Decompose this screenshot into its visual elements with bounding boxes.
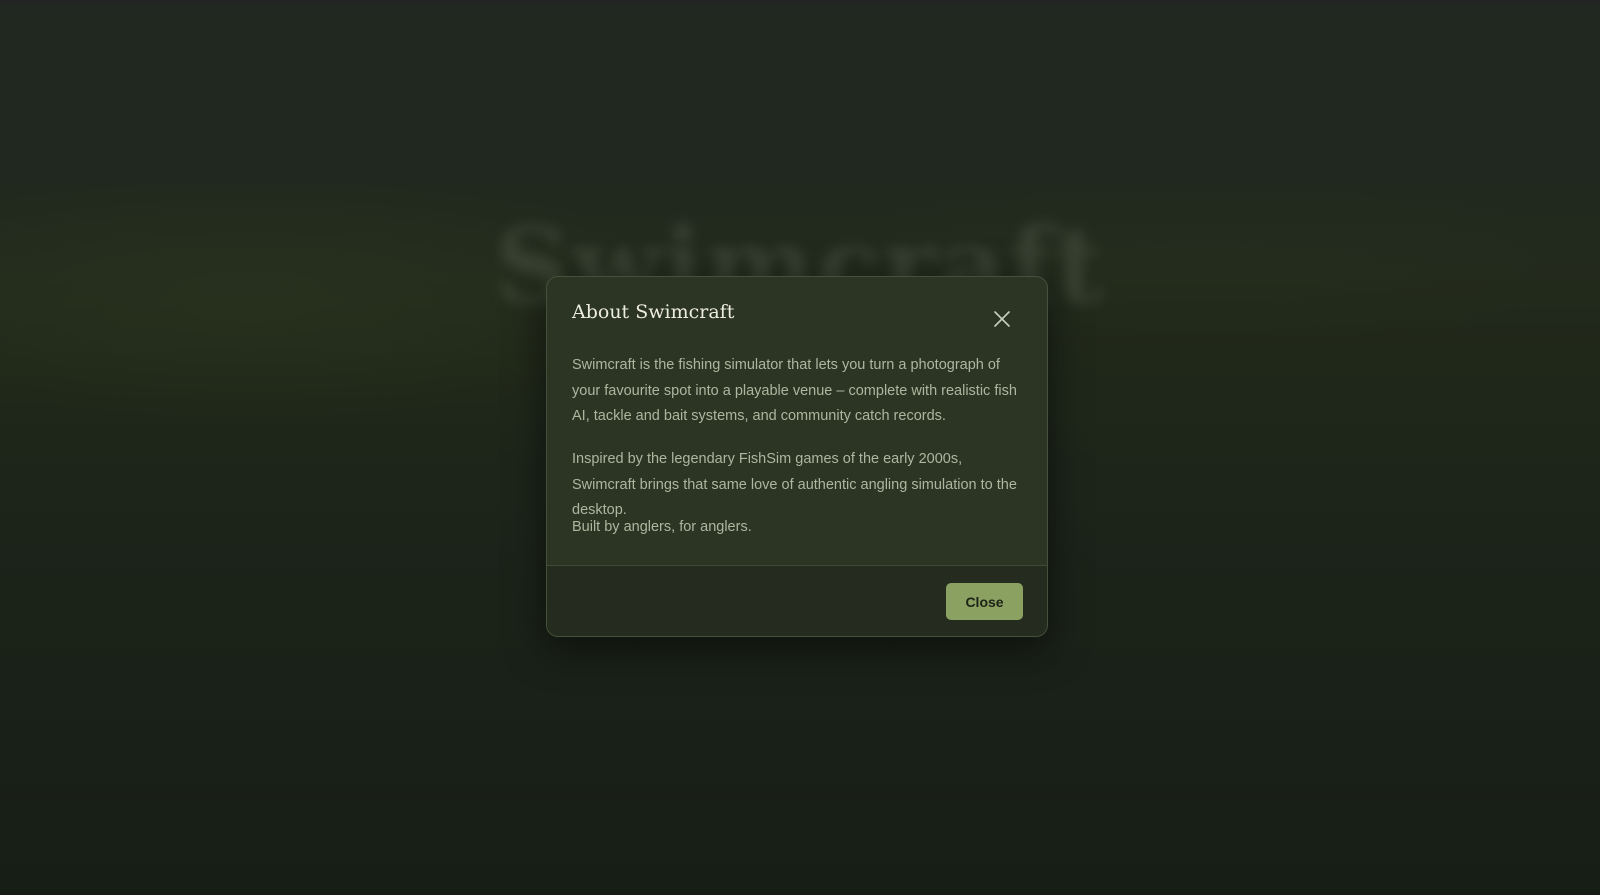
dialog-body: About Swimcraft Swimcraft is the fishing… xyxy=(547,277,1047,565)
dialog-paragraph-intro: Swimcraft is the fishing simulator that … xyxy=(572,357,1017,424)
dialog-title: About Swimcraft xyxy=(572,301,735,323)
about-dialog: About Swimcraft Swimcraft is the fishing… xyxy=(546,276,1048,637)
close-button[interactable]: Close xyxy=(946,583,1023,620)
dialog-paragraph-inspiration: Inspired by the legendary FishSim games … xyxy=(572,451,1017,518)
close-x-icon[interactable] xyxy=(989,306,1015,332)
dialog-footer: Close xyxy=(547,565,1047,636)
dialog-paragraph-tagline: Built by anglers, for anglers. xyxy=(572,519,752,535)
